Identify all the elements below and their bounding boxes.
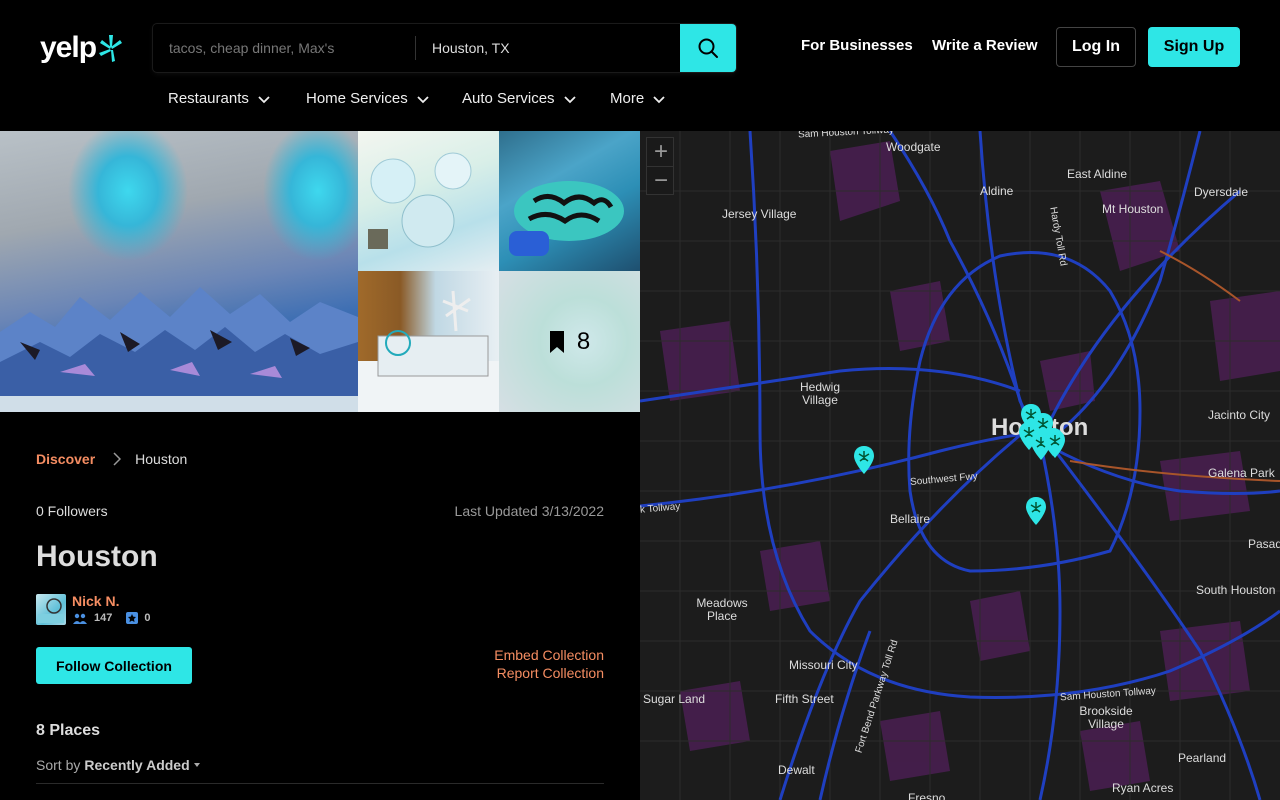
map-label-south-houston: South Houston [1196, 583, 1276, 597]
collection-photo-main[interactable] [0, 131, 358, 412]
map-label-mt-houston: Mt Houston [1102, 202, 1164, 216]
map-zoom-controls: + − [646, 137, 674, 195]
nav-more[interactable]: More [610, 90, 666, 107]
collection-photo-4[interactable] [358, 271, 499, 412]
nav-auto-services-label: Auto Services [462, 90, 555, 107]
author-name[interactable]: Nick N. [72, 593, 119, 609]
search-bar [153, 24, 736, 72]
chevron-down-icon [258, 95, 270, 103]
report-collection-link[interactable]: Report Collection [497, 665, 604, 681]
sort-value: Recently Added [84, 757, 190, 773]
write-review-link[interactable]: Write a Review [932, 37, 1038, 54]
map-label-ryan-acres: Ryan Acres [1112, 781, 1174, 795]
signup-button[interactable]: Sign Up [1148, 27, 1240, 67]
map-label-east-aldine: East Aldine [1067, 167, 1128, 181]
zoom-out-button[interactable]: − [647, 167, 675, 195]
followers-count: 0 Followers [36, 503, 108, 519]
map-label-sugar-land: Sugar Land [643, 692, 706, 706]
bookmark-icon [549, 330, 564, 353]
yelp-burst-icon [99, 35, 123, 62]
last-updated: Last Updated 3/13/2022 [454, 503, 604, 519]
sort-dropdown[interactable]: Sort by Recently Added [36, 757, 200, 773]
map-label-missouri-city: Missouri City [789, 658, 858, 672]
chevron-down-icon [653, 95, 665, 103]
map-label-pasad: Pasad [1248, 537, 1280, 551]
collection-photo-2[interactable] [358, 131, 499, 271]
author-friends-count: 147 [94, 612, 113, 624]
nav-restaurants[interactable]: Restaurants [168, 90, 271, 107]
yelp-logo[interactable]: yelp [40, 31, 125, 65]
login-button[interactable]: Log In [1056, 27, 1136, 67]
bookmark-count: 8 [576, 327, 591, 355]
map-roads [640, 131, 1280, 800]
map-label-aldine: Aldine [980, 184, 1014, 198]
collection-title: Houston [36, 540, 158, 573]
nav-home-services[interactable]: Home Services [306, 90, 430, 107]
breadcrumb-current: Houston [135, 451, 188, 467]
nav-auto-services[interactable]: Auto Services [462, 90, 577, 107]
author-avatar[interactable] [36, 594, 66, 625]
places-count: 8 Places [36, 722, 101, 739]
map-label-bellaire: Bellaire [890, 512, 931, 526]
photo-table-setting [368, 152, 472, 249]
photo-building [358, 290, 499, 412]
collection-photo-3[interactable] [499, 131, 640, 271]
author-reviews-count: 0 [144, 612, 151, 624]
embed-collection-link[interactable]: Embed Collection [494, 647, 604, 663]
list-divider [36, 783, 604, 784]
map-label-dewalt: Dewalt [778, 763, 815, 777]
photo-dish [509, 181, 624, 256]
map-label-dyersdale: Dyersdale [1194, 185, 1249, 199]
map-pin-icon[interactable] [1025, 496, 1047, 526]
map-label-pearland: Pearland [1178, 751, 1227, 765]
map-label-woodgate: Woodgate [886, 140, 941, 154]
map-label-meadows-place: Meadows Place [696, 596, 748, 623]
map-pin-icon[interactable] [1044, 429, 1066, 459]
nav-restaurants-label: Restaurants [168, 90, 249, 107]
for-businesses-link[interactable]: For Businesses [801, 37, 913, 54]
follow-collection-button[interactable]: Follow Collection [36, 647, 192, 684]
nav-home-services-label: Home Services [306, 90, 408, 107]
map-label-fifth-street: Fifth Street [775, 692, 834, 706]
photo-food-shape [0, 287, 358, 396]
map-pin-icon[interactable] [853, 445, 875, 475]
chevron-down-icon [417, 95, 429, 103]
logo-wordmark: yelp [40, 31, 97, 64]
avatar-image [38, 598, 64, 623]
map-label-fresno: Fresno [908, 791, 946, 800]
chevron-down-icon [563, 95, 576, 103]
map-label-brookside-village: Brookside Village [1079, 704, 1133, 731]
chevron-right-icon [113, 452, 122, 466]
friends-icon [73, 613, 87, 624]
map-label-jacinto-city: Jacinto City [1208, 408, 1271, 422]
caret-down-icon [193, 763, 200, 767]
map-label-jersey-village: Jersey Village [722, 207, 797, 221]
map-view[interactable]: Woodgate Aldine East Aldine Dyersdale Je… [640, 131, 1280, 800]
search-find-input[interactable] [153, 24, 415, 72]
more-photos-tile[interactable]: 8 [499, 271, 640, 412]
review-star-icon [126, 612, 139, 624]
search-button[interactable] [680, 24, 736, 72]
breadcrumb-discover[interactable]: Discover [36, 451, 95, 467]
sort-prefix: Sort by [36, 757, 81, 773]
map-label-hedwig-village: Hedwig Village [800, 380, 841, 407]
search-near-input[interactable] [416, 24, 680, 72]
breadcrumb: Discover Houston [36, 451, 187, 467]
map-label-galena-park: Galena Park [1208, 466, 1275, 480]
search-icon [698, 38, 718, 58]
author-stats: 147 0 [72, 612, 150, 624]
photo-plate-edge [0, 396, 358, 412]
nav-more-label: More [610, 90, 645, 107]
zoom-in-button[interactable]: + [647, 138, 675, 166]
top-navigation: yelp For Businesses Write a Review Log I… [0, 0, 1280, 130]
